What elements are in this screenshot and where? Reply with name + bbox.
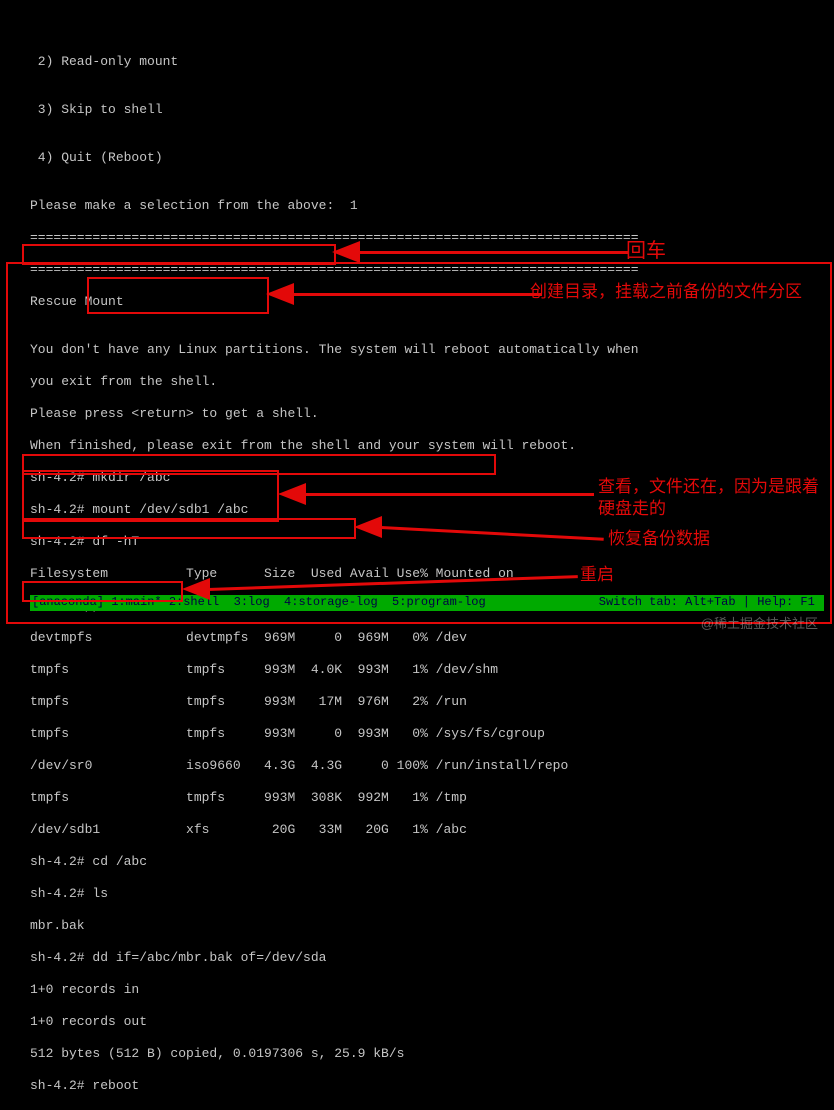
shell-cmd-cd: sh-4.2# cd /abc <box>30 854 639 870</box>
df-row: devtmpfs devtmpfs 969M 0 969M 0% /dev <box>30 630 639 646</box>
divider: ========================================… <box>30 262 639 278</box>
annotation-label-restore: 恢复备份数据 <box>608 528 710 550</box>
df-row: tmpfs tmpfs 993M 4.0K 993M 1% /dev/shm <box>30 662 639 678</box>
shell-cmd-df: sh-4.2# df -hT <box>30 534 639 550</box>
shell-cmd-ls: sh-4.2# ls <box>30 886 639 902</box>
dd-output: 1+0 records in <box>30 982 639 998</box>
menu-opt-2: 2) Read-only mount <box>30 54 639 70</box>
status-help: Switch tab: Alt+Tab | Help: F1 <box>592 595 822 611</box>
ls-output: mbr.bak <box>30 918 639 934</box>
df-row: tmpfs tmpfs 993M 0 993M 0% /sys/fs/cgrou… <box>30 726 639 742</box>
shell-cmd-mkdir: sh-4.2# mkdir /abc <box>30 470 639 486</box>
shell-cmd-mount: sh-4.2# mount /dev/sdb1 /abc <box>30 502 639 518</box>
dd-output: 1+0 records out <box>30 1014 639 1030</box>
warning-text: you exit from the shell. <box>30 374 639 390</box>
warning-text: You don't have any Linux partitions. The… <box>30 342 639 358</box>
menu-opt-4: 4) Quit (Reboot) <box>30 150 639 166</box>
press-return-msg: Please press <return> to get a shell. <box>30 406 639 422</box>
dd-output: 512 bytes (512 B) copied, 0.0197306 s, 2… <box>30 1046 639 1062</box>
watermark: @稀土掘金技术社区 <box>701 613 818 632</box>
df-row: tmpfs tmpfs 993M 17M 976M 2% /run <box>30 694 639 710</box>
anaconda-status-bar: [anaconda] 1:main* 2:shell 3:log 4:stora… <box>30 595 824 611</box>
df-header: Filesystem Type Size Used Avail Use% Mou… <box>30 566 639 582</box>
shell-cmd-dd: sh-4.2# dd if=/abc/mbr.bak of=/dev/sda <box>30 950 639 966</box>
shell-cmd-reboot: sh-4.2# reboot <box>30 1078 639 1094</box>
df-row: /dev/sr0 iso9660 4.3G 4.3G 0 100% /run/i… <box>30 758 639 774</box>
terminal-output: 2) Read-only mount 3) Skip to shell 4) Q… <box>30 38 639 1110</box>
df-row: tmpfs tmpfs 993M 308K 992M 1% /tmp <box>30 790 639 806</box>
df-row: /dev/sdb1 xfs 20G 33M 20G 1% /abc <box>30 822 639 838</box>
finish-msg: When finished, please exit from the shel… <box>30 438 639 454</box>
annotation-label-reboot: 重启 <box>580 564 614 586</box>
annotation-label-enter: 回车 <box>626 240 666 262</box>
annotation-label-create: 创建目录，挂载之前备份的文件分区 <box>530 281 820 303</box>
menu-opt-3: 3) Skip to shell <box>30 102 639 118</box>
selection-prompt: Please make a selection from the above: … <box>30 198 639 214</box>
annotation-label-view: 查看，文件还在，因为是跟着硬盘走的 <box>598 476 822 520</box>
status-tabs: [anaconda] 1:main* 2:shell 3:log 4:stora… <box>32 595 486 611</box>
divider: ========================================… <box>30 230 639 246</box>
